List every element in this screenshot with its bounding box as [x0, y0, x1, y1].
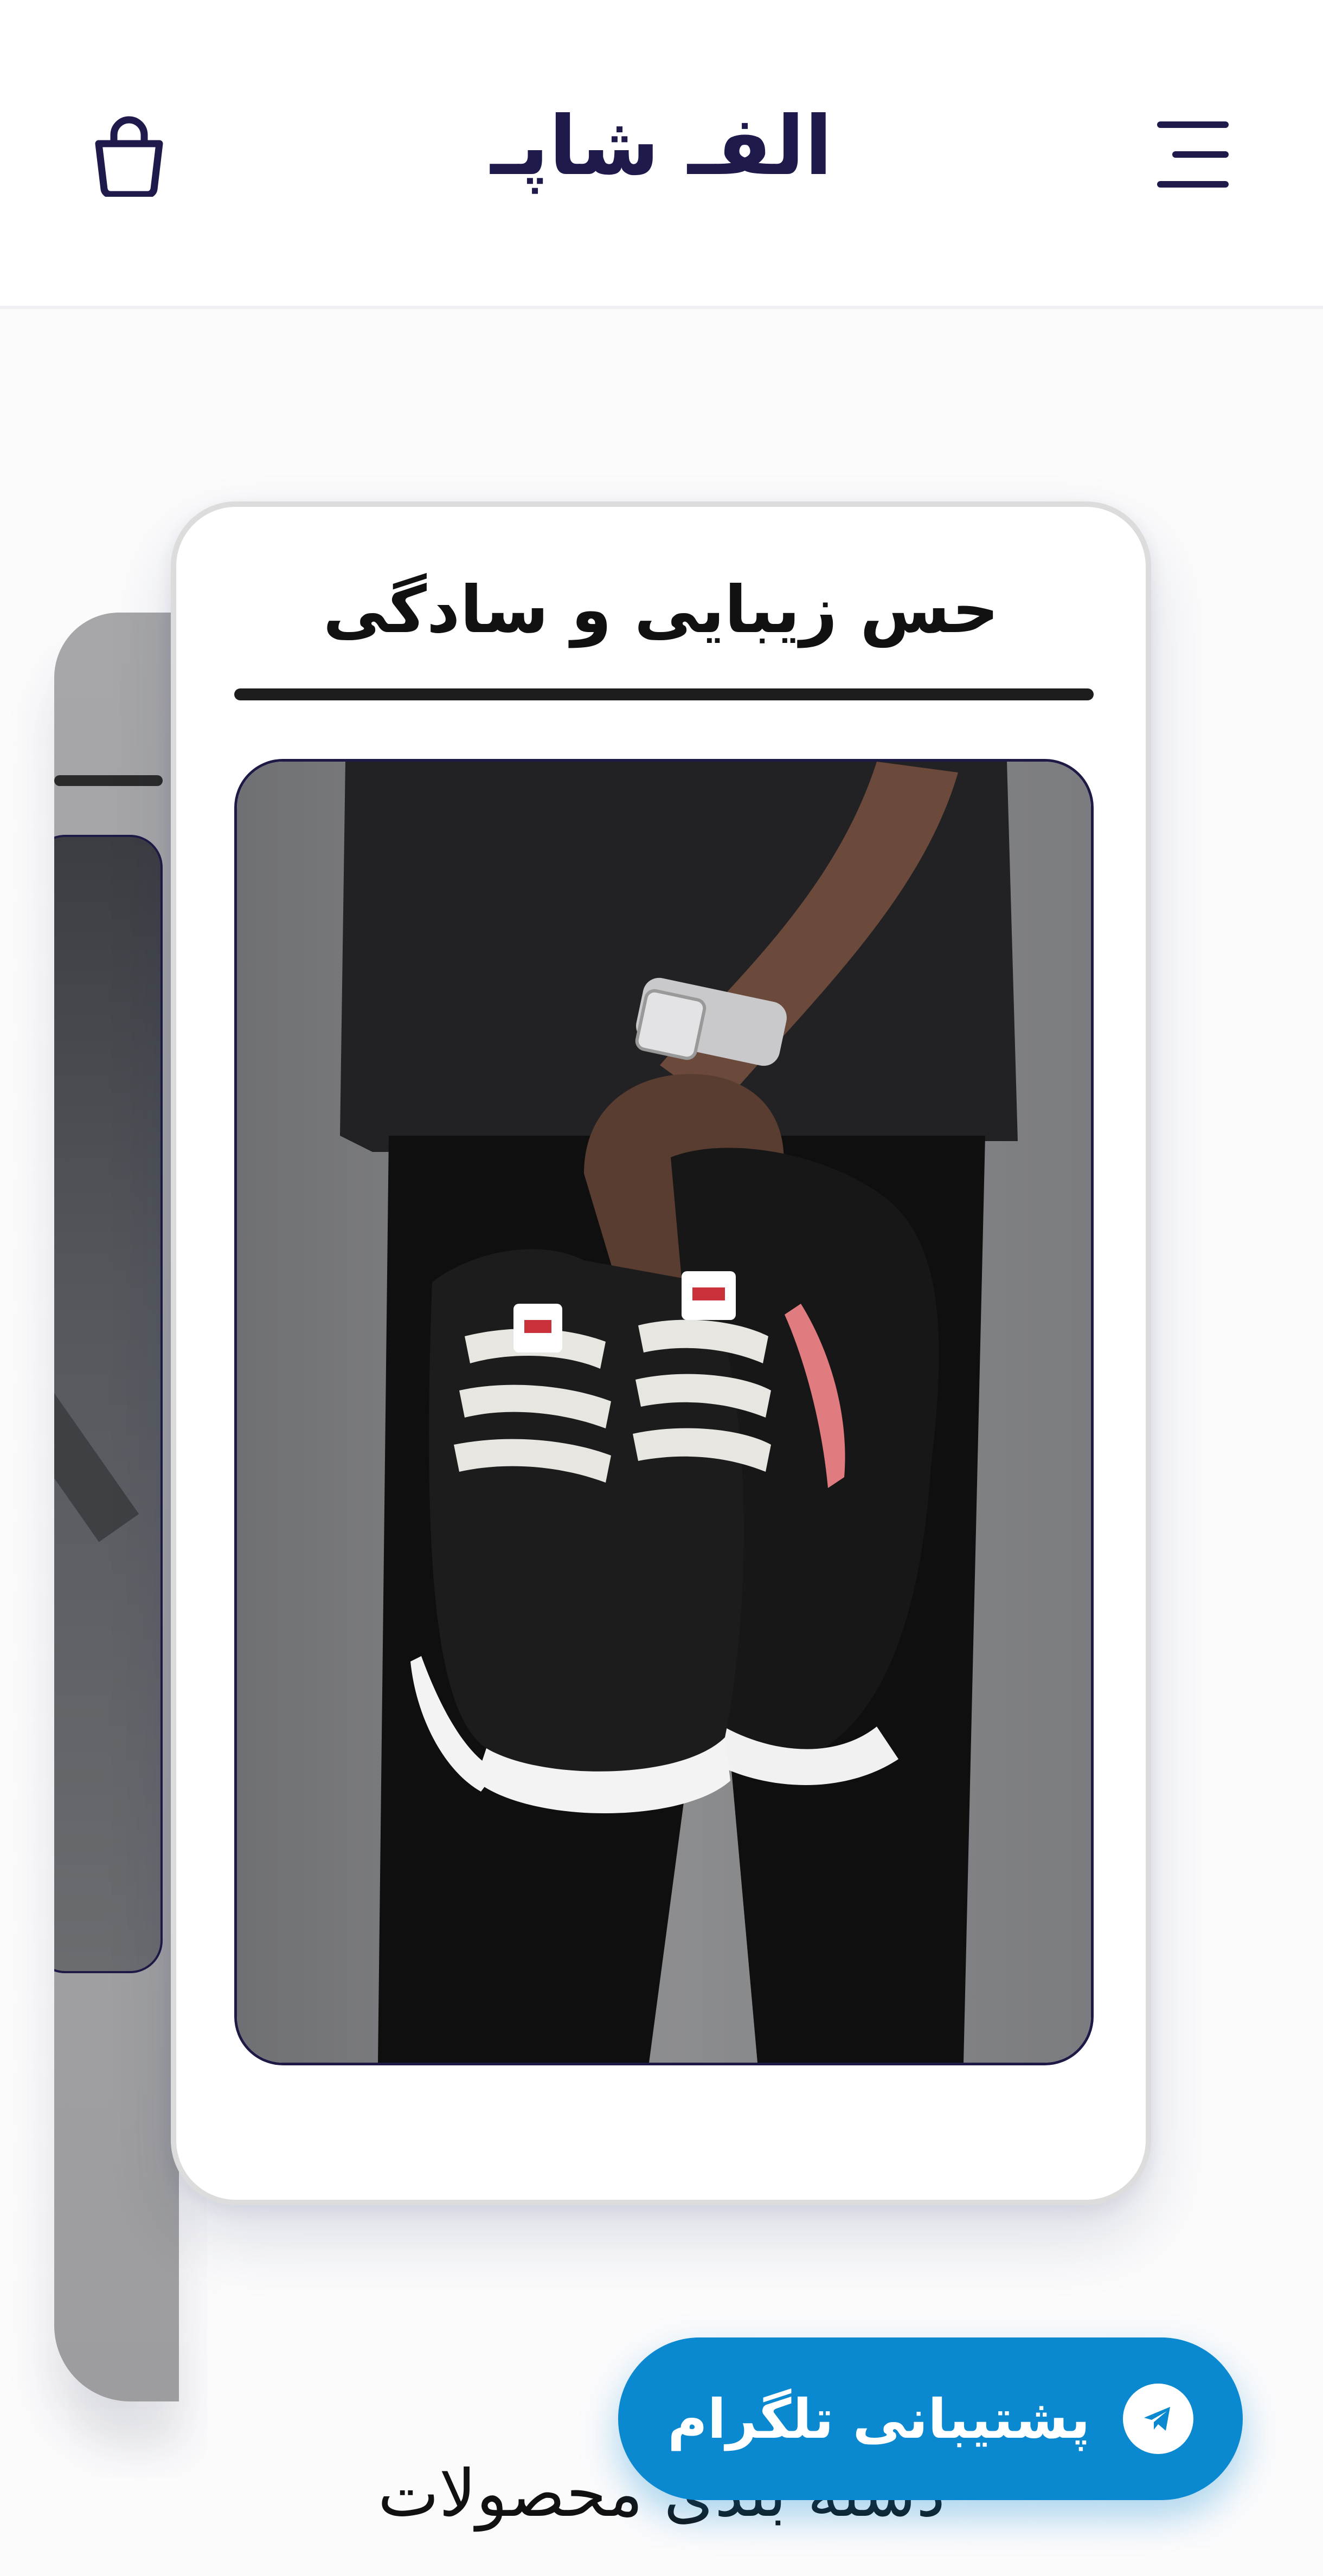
shopping-bag-icon — [95, 116, 163, 197]
slide-divider — [234, 688, 1094, 700]
telegram-support-button[interactable]: پشتیبانی تلگرام — [618, 2337, 1243, 2500]
site-header: الفـ شاپـ — [0, 0, 1323, 309]
sneakers-photo — [237, 762, 1091, 2063]
slide-image — [54, 835, 163, 1973]
previous-slide-card[interactable] — [54, 613, 179, 2401]
menu-button[interactable] — [1149, 111, 1236, 198]
telegram-support-label: پشتیبانی تلگرام — [667, 2387, 1090, 2451]
hero-slider[interactable]: حس زیبایی و سادگی — [0, 309, 1323, 2401]
hamburger-menu-icon — [1157, 121, 1229, 188]
site-logo[interactable]: الفـ شاپـ — [390, 92, 933, 201]
slide-image — [234, 759, 1094, 2065]
telegram-icon — [1122, 2384, 1193, 2454]
active-slide-card[interactable]: حس زیبایی و سادگی — [171, 501, 1151, 2205]
slide-title: حس زیبایی و سادگی — [323, 572, 999, 648]
cart-button[interactable] — [81, 108, 176, 203]
slide-divider — [54, 775, 163, 786]
